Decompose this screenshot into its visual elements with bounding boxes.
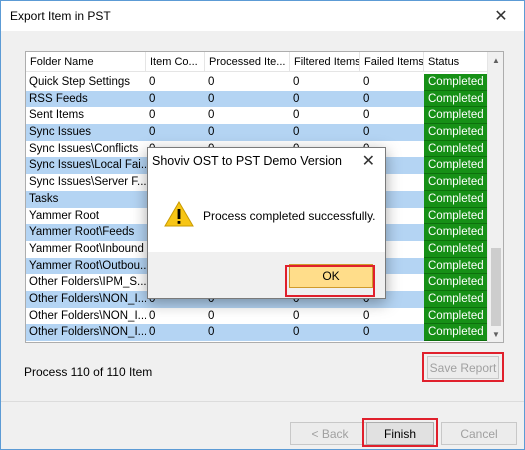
cell-processed-items: 0 <box>205 324 290 341</box>
cell-status: Completed <box>424 107 488 125</box>
cell-failed-items: 0 <box>360 324 424 341</box>
cell-processed-items: 0 <box>205 124 290 141</box>
column-header-processed-items[interactable]: Processed Ite... <box>205 52 290 72</box>
window-title: Export Item in PST <box>10 9 111 23</box>
cell-status: Completed <box>424 274 488 291</box>
cell-folder-name: Sent Items <box>29 109 84 122</box>
cell-folder-name: Quick Step Settings <box>29 76 130 88</box>
cell-folder-name: Yammer Root\Feeds <box>26 224 146 241</box>
cell-folder-name: Tasks <box>26 190 146 208</box>
dialog-body: Process completed successfully. <box>148 178 385 252</box>
cell-item-count: 0 <box>149 309 156 322</box>
cell-processed-items: 0 <box>205 90 290 108</box>
footer-separator <box>1 401 524 402</box>
table-row[interactable]: Quick Step Settings 0 0 0 0 Completed <box>26 74 488 91</box>
cell-folder-name: Other Folders\NON_I... <box>26 290 146 308</box>
scroll-down-arrow-icon[interactable]: ▼ <box>488 326 503 342</box>
cell-filtered-items: 0 <box>293 109 300 122</box>
cell-status: Completed <box>424 90 488 108</box>
export-window: Export Item in PST ✕ Folder Name Item Co… <box>0 0 525 450</box>
cell-status: Completed <box>424 124 488 141</box>
cell-status: Completed <box>424 240 488 258</box>
cell-status: Completed <box>424 174 488 191</box>
cell-status: Completed <box>424 207 488 225</box>
column-header-failed-items[interactable]: Failed Items <box>360 52 424 72</box>
cell-folder-name: Other Folders\IPM_S... <box>29 276 146 289</box>
save-report-highlight <box>422 352 504 382</box>
list-header: Folder Name Item Co... Processed Ite... … <box>26 52 488 72</box>
dialog-title: Shoviv OST to PST Demo Version <box>152 154 342 168</box>
cell-item-count: 0 <box>149 76 156 88</box>
cell-status: Completed <box>424 290 488 308</box>
progress-label: Process 110 of 110 Item <box>24 365 153 379</box>
cell-status: Completed <box>424 157 488 175</box>
dialog-close-button[interactable]: ✕ <box>362 151 375 171</box>
table-row[interactable]: Sent Items 0 0 0 0 Completed <box>26 107 488 125</box>
cell-filtered-items: 0 <box>293 76 300 88</box>
cell-folder-name: RSS Feeds <box>26 90 146 108</box>
title-bar: Export Item in PST ✕ <box>1 1 524 31</box>
table-row[interactable]: Sync Issues 0 0 0 0 Completed <box>26 124 488 141</box>
cell-status: Completed <box>424 190 488 208</box>
cell-filtered-items: 0 <box>293 309 300 322</box>
scroll-up-arrow-icon[interactable]: ▲ <box>488 52 503 68</box>
finish-highlight <box>362 418 438 447</box>
cell-status: Completed <box>424 307 488 325</box>
cell-processed-items: 0 <box>208 76 215 88</box>
cell-failed-items: 0 <box>363 76 370 88</box>
table-row[interactable]: RSS Feeds 0 0 0 0 Completed <box>26 90 488 108</box>
cell-processed-items: 0 <box>208 109 215 122</box>
table-row[interactable]: Other Folders\NON_I...0000Completed <box>26 307 488 325</box>
cell-failed-items: 0 <box>363 309 370 322</box>
cell-filtered-items: 0 <box>290 90 360 108</box>
cell-folder-name: Yammer Root <box>29 209 100 222</box>
cell-filtered-items: 0 <box>290 324 360 341</box>
cancel-button[interactable]: Cancel <box>441 422 517 445</box>
cell-folder-name: Sync Issues\Conflicts <box>29 142 139 155</box>
cell-status: Completed <box>424 324 488 341</box>
dialog-message: Process completed successfully. <box>203 209 376 223</box>
cell-folder-name: Sync Issues\Server F... <box>29 176 146 189</box>
cell-item-count: 0 <box>146 324 205 341</box>
back-button[interactable]: < Back <box>290 422 370 445</box>
ok-highlight <box>285 265 375 297</box>
cell-failed-items: 0 <box>360 90 424 108</box>
cell-status: Completed <box>424 224 488 241</box>
cell-folder-name: Sync Issues\Local Fai... <box>26 157 146 175</box>
column-header-filtered-items[interactable]: Filtered Items <box>290 52 360 72</box>
column-header-item-count[interactable]: Item Co... <box>146 52 205 72</box>
cell-filtered-items: 0 <box>290 124 360 141</box>
cell-item-count: 0 <box>149 109 156 122</box>
window-close-button[interactable]: ✕ <box>478 1 524 31</box>
cell-folder-name: Sync Issues <box>26 124 146 141</box>
cell-status: Completed <box>424 140 488 158</box>
cell-failed-items: 0 <box>363 109 370 122</box>
cell-item-count: 0 <box>146 124 205 141</box>
cell-folder-name: Yammer Root\Inbound <box>29 242 144 255</box>
cell-folder-name: Other Folders\NON_I... <box>26 324 146 341</box>
cell-folder-name: Other Folders\NON_I... <box>29 309 146 322</box>
cell-folder-name: Yammer Root\Outbou... <box>26 257 146 275</box>
cell-status: Completed <box>424 257 488 275</box>
table-row[interactable]: Other Folders\NON_I...0000Completed <box>26 324 488 341</box>
cell-processed-items: 0 <box>208 309 215 322</box>
cell-status: Completed <box>424 74 488 91</box>
cell-item-count: 0 <box>146 90 205 108</box>
cell-failed-items: 0 <box>360 124 424 141</box>
warning-icon <box>164 201 194 227</box>
column-header-status[interactable]: Status <box>424 52 488 72</box>
column-header-folder-name[interactable]: Folder Name <box>26 52 146 72</box>
scrollbar-thumb[interactable] <box>491 248 501 326</box>
vertical-scrollbar[interactable]: ▲ ▼ <box>487 52 503 342</box>
